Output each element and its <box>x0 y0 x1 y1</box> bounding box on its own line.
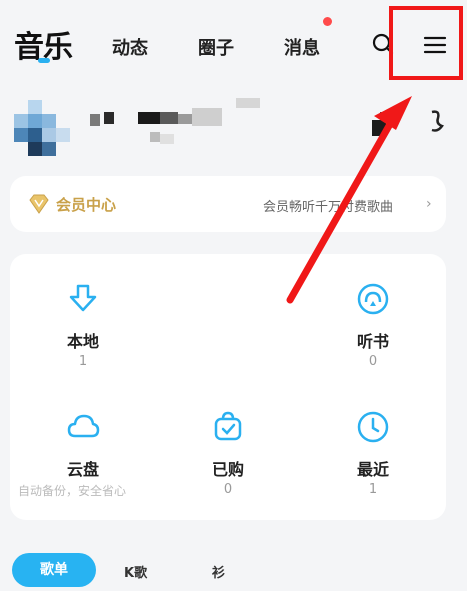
username-blurred <box>104 112 114 124</box>
profile-right-blurred <box>380 112 390 120</box>
tab-messages[interactable]: 消息 <box>284 34 320 60</box>
grid-item-label: 云盘 <box>66 460 99 479</box>
username-blurred <box>178 114 192 124</box>
username-blurred <box>236 98 260 108</box>
grid-item-label: 听书 <box>356 332 389 351</box>
tab-playlists[interactable]: 歌单 <box>12 553 96 587</box>
hamburger-menu-icon[interactable] <box>422 32 448 58</box>
cloud-hint: 自动备份，安全省心 <box>18 484 127 498</box>
tab-karaoke[interactable]: K歌 <box>124 562 147 581</box>
grid-item-count: 0 <box>223 482 233 497</box>
username-blurred <box>192 108 222 126</box>
grid-item-count: 1 <box>78 354 88 369</box>
grid-item-label: 本地 <box>66 332 99 351</box>
username-blurred <box>160 112 178 124</box>
username-blurred <box>90 114 100 126</box>
tab-partial[interactable]: 衫 <box>212 562 225 581</box>
grid-item-count: 1 <box>368 482 378 497</box>
headphones-icon <box>357 283 389 315</box>
search-icon[interactable] <box>372 33 394 55</box>
bag-icon <box>214 411 242 441</box>
grid-item-recent[interactable]: 最近 1 <box>300 390 446 520</box>
chevron-right-icon: › <box>426 196 432 212</box>
download-icon <box>69 284 97 312</box>
username-blurred <box>160 134 174 144</box>
cloud-icon <box>67 414 100 438</box>
grid-item-purchased[interactable]: 已购 0 <box>155 390 301 520</box>
grid-item-audiobook[interactable]: 听书 0 <box>300 254 446 384</box>
tab-circle[interactable]: 圈子 <box>198 34 234 60</box>
grid-item-label: 已购 <box>211 460 244 479</box>
grid-item-count: 0 <box>368 354 378 369</box>
notification-dot <box>323 17 332 26</box>
username-blurred <box>138 112 160 124</box>
vip-center-card[interactable]: 会员中心 会员畅听千万付费歌曲 › <box>10 176 446 232</box>
clock-icon <box>357 411 389 443</box>
avatar[interactable] <box>14 100 70 156</box>
vip-subtitle: 会员畅听千万付费歌曲 <box>263 200 394 215</box>
library-grid: 本地 1 听书 0 云盘 自动备份，安全省心 已购 0 最近 1 <box>10 254 446 520</box>
tab-dynamic[interactable]: 动态 <box>112 34 148 60</box>
username-blurred <box>150 132 160 142</box>
grid-item-local[interactable]: 本地 1 <box>10 254 156 384</box>
active-tab-indicator <box>38 58 50 63</box>
grid-item-cloud-drive[interactable]: 云盘 自动备份，安全省心 <box>10 390 156 520</box>
top-nav: 音乐 动态 圈子 消息 <box>0 0 467 80</box>
profile-side-icon[interactable] <box>426 108 448 136</box>
profile-right-blurred <box>372 120 386 136</box>
vip-title: 会员中心 <box>56 196 117 214</box>
grid-item-label: 最近 <box>356 460 389 479</box>
vip-diamond-icon <box>29 194 49 214</box>
